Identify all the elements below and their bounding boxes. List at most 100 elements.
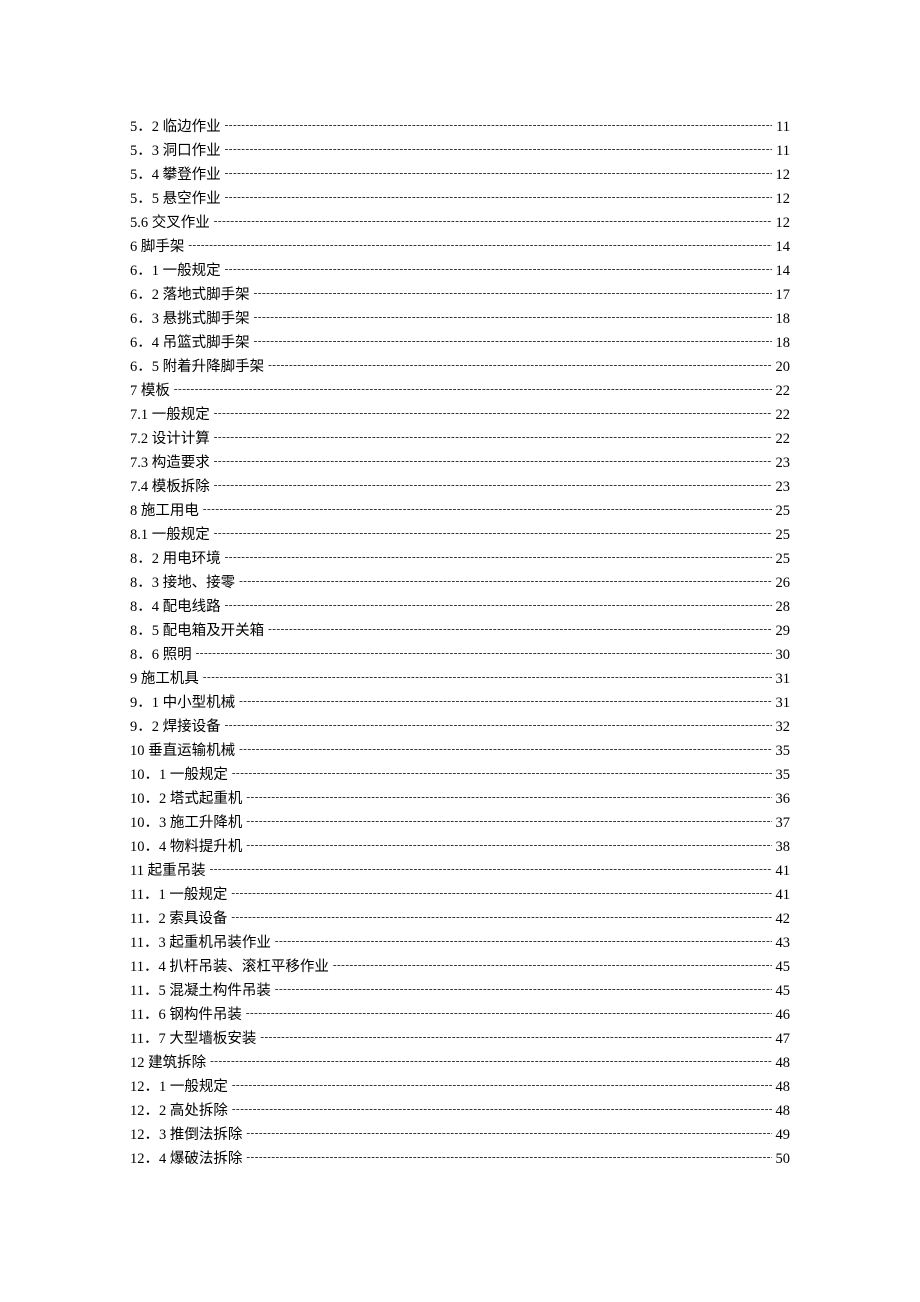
toc-label: 12．1 一般规定 xyxy=(130,1075,228,1099)
toc-label: 5．5 悬空作业 xyxy=(130,187,221,211)
toc-leader xyxy=(231,885,771,900)
toc-page-number: 45 xyxy=(776,955,791,979)
toc-page-number: 35 xyxy=(776,739,791,763)
toc-label: 11．3 起重机吊装作业 xyxy=(130,931,271,955)
toc-page-number: 35 xyxy=(776,763,791,787)
toc-leader xyxy=(225,189,772,204)
toc-page-number: 22 xyxy=(776,403,791,427)
toc-label: 6．3 悬挑式脚手架 xyxy=(130,307,250,331)
toc-leader xyxy=(254,309,772,324)
toc-leader xyxy=(232,765,772,780)
toc-page-number: 47 xyxy=(776,1027,791,1051)
toc-label: 8 施工用电 xyxy=(130,499,199,523)
toc-label: 6 脚手架 xyxy=(130,235,184,259)
toc-page-number: 41 xyxy=(776,883,791,907)
toc-leader xyxy=(174,381,772,396)
toc-page-number: 48 xyxy=(776,1051,791,1075)
toc-label: 5.6 交叉作业 xyxy=(130,211,210,235)
toc-label: 10 垂直运输机械 xyxy=(130,739,235,763)
toc-entry: 9．2 焊接设备32 xyxy=(130,715,790,739)
toc-page-number: 22 xyxy=(776,427,791,451)
toc-leader xyxy=(225,549,772,564)
toc-entry: 11．1 一般规定41 xyxy=(130,883,790,907)
toc-page-number: 41 xyxy=(776,859,791,883)
toc-leader xyxy=(214,453,772,468)
toc-page-number: 26 xyxy=(776,571,791,595)
toc-page-number: 38 xyxy=(776,835,791,859)
toc-page-number: 25 xyxy=(776,499,791,523)
toc-entry: 8．5 配电箱及开关箱29 xyxy=(130,619,790,643)
toc-leader xyxy=(246,789,771,804)
toc-entry: 8.1 一般规定25 xyxy=(130,523,790,547)
toc-page-number: 50 xyxy=(776,1147,791,1171)
toc-entry: 8 施工用电 25 xyxy=(130,499,790,523)
toc-label: 7.1 一般规定 xyxy=(130,403,210,427)
toc-entry: 5．4 攀登作业12 xyxy=(130,163,790,187)
toc-label: 6．5 附着升降脚手架 xyxy=(130,355,264,379)
toc-page-number: 23 xyxy=(776,475,791,499)
toc-entry: 11．3 起重机吊装作业 43 xyxy=(130,931,790,955)
toc-page-number: 18 xyxy=(776,331,791,355)
toc-page-number: 11 xyxy=(776,115,790,139)
toc-leader xyxy=(225,165,772,180)
toc-page-number: 30 xyxy=(776,643,791,667)
toc-leader xyxy=(203,669,772,684)
toc-label: 12．4 爆破法拆除 xyxy=(130,1147,242,1171)
toc-page-number: 25 xyxy=(776,523,791,547)
toc-label: 7.3 构造要求 xyxy=(130,451,210,475)
toc-page-number: 49 xyxy=(776,1123,791,1147)
toc-label: 11 起重吊装 xyxy=(130,859,206,883)
toc-label: 8．4 配电线路 xyxy=(130,595,221,619)
toc-label: 8．2 用电环境 xyxy=(130,547,221,571)
toc-entry: 6．3 悬挑式脚手架 18 xyxy=(130,307,790,331)
toc-leader xyxy=(246,1005,772,1020)
toc-label: 7.2 设计计算 xyxy=(130,427,210,451)
toc-page-number: 48 xyxy=(776,1075,791,1099)
toc-entry: 10．4 物料提升机38 xyxy=(130,835,790,859)
toc-entry: 7.3 构造要求23 xyxy=(130,451,790,475)
toc-leader xyxy=(214,213,772,228)
toc-label: 10．3 施工升降机 xyxy=(130,811,242,835)
toc-page-number: 18 xyxy=(776,307,791,331)
toc-label: 9．2 焊接设备 xyxy=(130,715,221,739)
toc-entry: 6．1 一般规定14 xyxy=(130,259,790,283)
toc-leader xyxy=(225,261,772,276)
toc-entry: 11．6 钢构件吊装46 xyxy=(130,1003,790,1027)
toc-page-number: 45 xyxy=(776,979,791,1003)
toc-leader xyxy=(214,477,772,492)
toc-entry: 5．5 悬空作业 12 xyxy=(130,187,790,211)
toc-entry: 12 建筑拆除 48 xyxy=(130,1051,790,1075)
toc-entry: 6．4 吊篮式脚手架18 xyxy=(130,331,790,355)
toc-leader xyxy=(268,621,771,636)
toc-leader xyxy=(260,1029,771,1044)
toc-page-number: 12 xyxy=(776,187,791,211)
toc-entry: 8．4 配电线路28 xyxy=(130,595,790,619)
toc-page-number: 25 xyxy=(776,547,791,571)
toc-leader xyxy=(239,573,771,588)
toc-label: 5．2 临边作业 xyxy=(130,115,221,139)
toc-leader xyxy=(225,141,772,156)
toc-page-number: 48 xyxy=(776,1099,791,1123)
toc-page-number: 43 xyxy=(776,931,791,955)
toc-leader xyxy=(246,837,771,852)
toc-entry: 6．5 附着升降脚手架 20 xyxy=(130,355,790,379)
toc-label: 11．5 混凝土构件吊装 xyxy=(130,979,271,1003)
toc-leader xyxy=(246,813,771,828)
toc-label: 12 建筑拆除 xyxy=(130,1051,206,1075)
toc-leader xyxy=(225,597,772,612)
toc-page-number: 14 xyxy=(776,235,791,259)
toc-entry: 6 脚手架 14 xyxy=(130,235,790,259)
toc-entry: 5．3 洞口作业11 xyxy=(130,139,790,163)
toc-label: 12．2 高处拆除 xyxy=(130,1099,228,1123)
toc-page-number: 11 xyxy=(776,139,790,163)
toc-page-number: 31 xyxy=(776,691,791,715)
toc-label: 8．3 接地、接零 xyxy=(130,571,235,595)
toc-page-number: 20 xyxy=(776,355,791,379)
toc-entry: 10．1 一般规定35 xyxy=(130,763,790,787)
toc-leader xyxy=(246,1149,771,1164)
toc-label: 11．2 索具设备 xyxy=(130,907,227,931)
toc-label: 12．3 推倒法拆除 xyxy=(130,1123,242,1147)
toc-page-number: 17 xyxy=(776,283,791,307)
toc-entry: 12．4 爆破法拆除 50 xyxy=(130,1147,790,1171)
toc-label: 8．6 照明 xyxy=(130,643,192,667)
